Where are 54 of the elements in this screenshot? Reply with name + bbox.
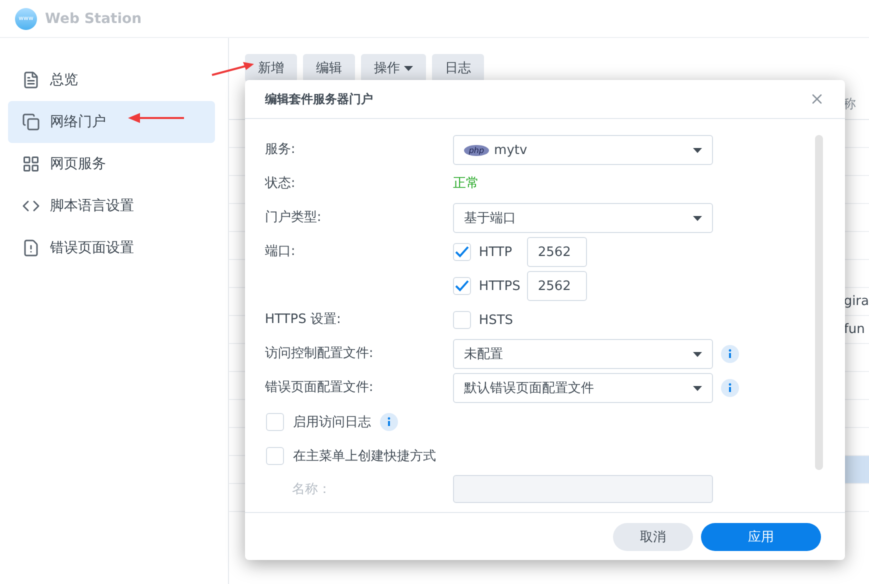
option-label: HSTS (478, 312, 514, 328)
dropdown[interactable]: 基于端口 (452, 203, 713, 233)
field-label: 服务: (264, 141, 296, 159)
copy-icon (22, 113, 40, 131)
port-field[interactable]: 2562 (526, 271, 587, 301)
toolbar-button[interactable]: 日志 (432, 54, 484, 82)
field-label: 错误页面配置文件: (264, 379, 374, 397)
sidebar-item[interactable]: 网页服务 (8, 143, 215, 185)
checkbox[interactable] (452, 311, 471, 329)
checkbox-label: 在主菜单上创建快捷方式 (292, 448, 436, 465)
field-label: 端口: (264, 243, 296, 261)
grid-icon (22, 155, 40, 173)
sidebar-item[interactable]: 总览 (8, 59, 215, 101)
field-label: 门户类型: (264, 209, 322, 227)
info-icon[interactable] (380, 413, 398, 431)
caret-icon (692, 216, 702, 220)
toolbar-button[interactable]: 新增 (244, 54, 297, 82)
apply-button[interactable]: 应用 (700, 522, 821, 550)
toolbar-button[interactable]: 编辑 (302, 54, 355, 82)
caret-icon (692, 386, 702, 390)
checkbox[interactable] (452, 243, 471, 261)
table-cell: fun (844, 322, 865, 337)
dropdown[interactable]: 未配置 (452, 339, 713, 369)
checkbox[interactable] (452, 277, 471, 295)
php-logo: php (464, 144, 490, 156)
arrow-annotation (126, 112, 186, 124)
app-title: Web Station (45, 10, 142, 26)
cancel-button[interactable]: 取消 (612, 522, 693, 550)
caret-icon (692, 352, 702, 356)
sidebar-item[interactable]: 错误页面设置 (8, 227, 215, 269)
field-label: 名称： (290, 481, 332, 499)
option-label: HTTPS (478, 278, 519, 294)
sidebar-item[interactable]: 网络门户 (8, 101, 215, 143)
warning-file-icon (22, 239, 40, 257)
checkbox-label: 启用访问日志 (292, 414, 371, 431)
checkbox[interactable] (266, 447, 284, 465)
table-cell: gira (844, 294, 869, 309)
dropdown[interactable]: 默认错误页面配置文件 (452, 373, 713, 403)
sidebar-item[interactable]: 脚本语言设置 (8, 185, 215, 227)
info-icon[interactable] (720, 345, 739, 363)
dialog-title: 编辑套件服务器门户 (264, 90, 373, 108)
scrollbar[interactable] (814, 135, 823, 470)
checkbox[interactable] (266, 413, 284, 431)
status-text: 正常 (452, 175, 479, 193)
field-label: HTTPS 设置: (264, 311, 342, 329)
field-label: 状态: (264, 175, 296, 193)
field-label: 访问控制配置文件: (264, 345, 374, 363)
toolbar-button[interactable]: 操作 (360, 54, 426, 82)
port-field[interactable]: 2562 (526, 237, 587, 267)
info-icon[interactable] (720, 379, 739, 397)
dropdown[interactable]: php mytv (452, 135, 713, 165)
option-label: HTTP (478, 244, 514, 260)
document-icon (22, 71, 40, 89)
arrow-annotation (210, 60, 256, 78)
